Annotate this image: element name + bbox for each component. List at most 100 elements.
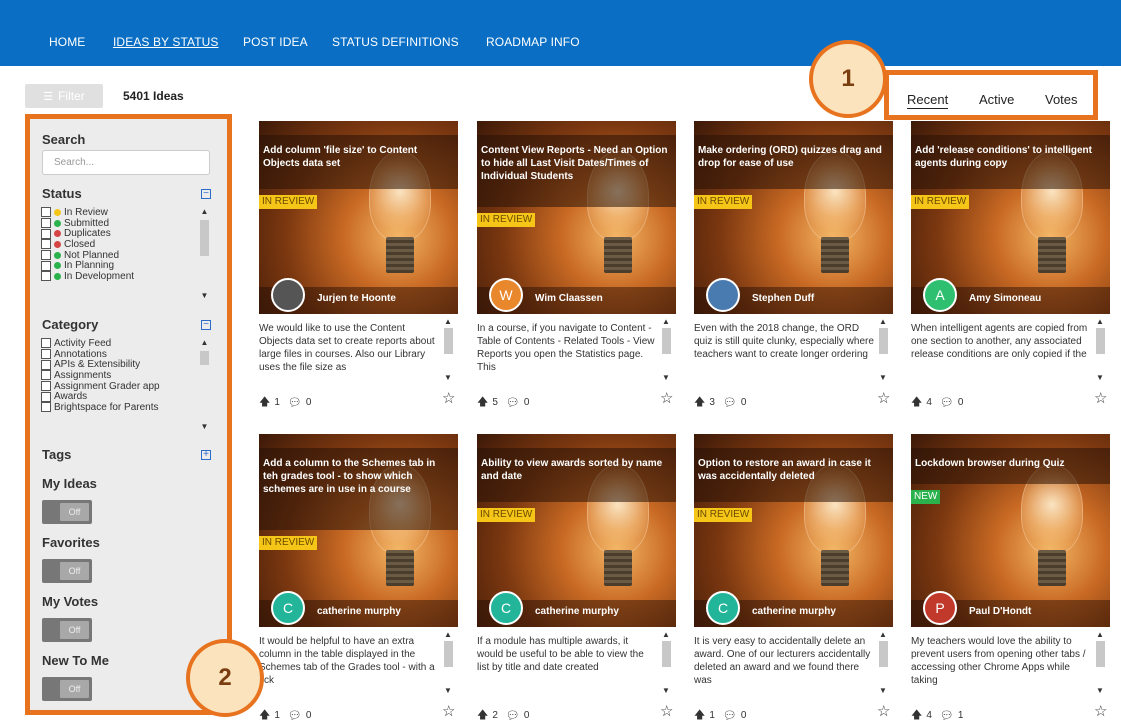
sort-active[interactable]: Active — [979, 92, 1014, 107]
scroll-up-icon[interactable]: ▲ — [879, 630, 887, 639]
scroll-thumb[interactable] — [662, 641, 671, 667]
scroll-down-icon[interactable]: ▼ — [879, 686, 887, 695]
idea-stats: 🡅 5 💬︎ 0 — [477, 393, 529, 412]
description-scrollbar[interactable]: ▲ ▼ — [443, 630, 454, 696]
avatar-initial: C — [282, 600, 294, 616]
idea-card[interactable]: Add 'release conditions' to intelligent … — [911, 121, 1110, 409]
avatar-initial: A — [935, 287, 945, 303]
idea-card[interactable]: Ability to view awards sorted by name an… — [477, 434, 676, 722]
scroll-up-icon[interactable]: ▲ — [1096, 630, 1104, 639]
scroll-down-icon[interactable]: ▼ — [879, 373, 887, 382]
favorite-star-icon[interactable]: ☆ — [1094, 389, 1107, 407]
idea-card[interactable]: Lockdown browser during Quiz NEW Paul D'… — [911, 434, 1110, 722]
favorite-star-icon[interactable]: ☆ — [660, 702, 673, 720]
scroll-thumb[interactable] — [662, 328, 671, 354]
description-scrollbar[interactable]: ▲ ▼ — [443, 317, 454, 383]
upvote-arrow-icon[interactable]: 🡅 — [477, 393, 488, 412]
scroll-up-icon[interactable]: ▲ — [1096, 317, 1104, 326]
scroll-down-icon[interactable]: ▼ — [444, 373, 452, 382]
scroll-thumb[interactable] — [1096, 641, 1105, 667]
scroll-up-icon[interactable]: ▲ — [879, 317, 887, 326]
favorite-star-icon[interactable]: ☆ — [442, 702, 455, 720]
scroll-thumb[interactable] — [1096, 328, 1105, 354]
description-scrollbar[interactable]: ▲ ▼ — [661, 630, 672, 696]
avatar[interactable]: C — [489, 591, 523, 625]
avatar[interactable]: C — [271, 591, 305, 625]
idea-card[interactable]: Make ordering (ORD) quizzes drag and dro… — [694, 121, 893, 409]
nav-status-definitions[interactable]: STATUS DEFINITIONS — [332, 35, 459, 49]
avatar[interactable]: W — [489, 278, 523, 312]
avatar[interactable]: C — [706, 591, 740, 625]
nav-home[interactable]: HOME — [49, 35, 85, 49]
comment-bubble-icon[interactable]: 💬︎ — [723, 396, 737, 409]
comment-bubble-icon[interactable]: 💬︎ — [723, 709, 737, 722]
description-scrollbar[interactable]: ▲ ▼ — [1095, 630, 1106, 696]
idea-card[interactable]: Add a column to the Schemes tab in teh g… — [259, 434, 458, 722]
author-name[interactable]: Paul D'Hondt — [969, 606, 1031, 617]
nav-ideas-by-status[interactable]: IDEAS BY STATUS — [113, 35, 219, 49]
author-name[interactable]: catherine murphy — [535, 606, 619, 617]
scroll-up-icon[interactable]: ▲ — [662, 317, 670, 326]
author-name[interactable]: Stephen Duff — [752, 293, 814, 304]
upvote-arrow-icon[interactable]: 🡅 — [259, 706, 270, 725]
description-scrollbar[interactable]: ▲ ▼ — [661, 317, 672, 383]
idea-card[interactable]: Add column 'file size' to Content Object… — [259, 121, 458, 409]
idea-title[interactable]: Ability to view awards sorted by name an… — [481, 457, 671, 483]
author-name[interactable]: Wim Claassen — [535, 293, 603, 304]
scroll-up-icon[interactable]: ▲ — [662, 630, 670, 639]
author-name[interactable]: catherine murphy — [752, 606, 836, 617]
idea-title[interactable]: Add 'release conditions' to intelligent … — [915, 144, 1105, 170]
avatar[interactable]: A — [923, 278, 957, 312]
author-name[interactable]: catherine murphy — [317, 606, 401, 617]
filter-button[interactable]: ☰ Filter — [25, 84, 103, 108]
scroll-thumb[interactable] — [444, 641, 453, 667]
avatar[interactable] — [271, 278, 305, 312]
idea-title[interactable]: Make ordering (ORD) quizzes drag and dro… — [698, 144, 888, 170]
author-name[interactable]: Amy Simoneau — [969, 293, 1041, 304]
scroll-down-icon[interactable]: ▼ — [662, 686, 670, 695]
sort-votes[interactable]: Votes — [1045, 92, 1078, 107]
scroll-up-icon[interactable]: ▲ — [444, 630, 452, 639]
comment-bubble-icon[interactable]: 💬︎ — [288, 709, 302, 722]
comment-bubble-icon[interactable]: 💬︎ — [506, 709, 520, 722]
description-scrollbar[interactable]: ▲ ▼ — [1095, 317, 1106, 383]
comment-bubble-icon[interactable]: 💬︎ — [940, 709, 954, 722]
upvote-arrow-icon[interactable]: 🡅 — [694, 706, 705, 725]
idea-title[interactable]: Option to restore an award in case it wa… — [698, 457, 888, 483]
idea-title[interactable]: Add column 'file size' to Content Object… — [263, 144, 453, 170]
avatar[interactable]: P — [923, 591, 957, 625]
scroll-down-icon[interactable]: ▼ — [1096, 686, 1104, 695]
description-scrollbar[interactable]: ▲ ▼ — [878, 317, 889, 383]
upvote-arrow-icon[interactable]: 🡅 — [259, 393, 270, 412]
nav-roadmap-info[interactable]: ROADMAP INFO — [486, 35, 580, 49]
sort-recent[interactable]: Recent — [907, 92, 949, 109]
idea-card[interactable]: Content View Reports - Need an Option to… — [477, 121, 676, 409]
favorite-star-icon[interactable]: ☆ — [1094, 702, 1107, 720]
upvote-arrow-icon[interactable]: 🡅 — [694, 393, 705, 412]
scroll-thumb[interactable] — [444, 328, 453, 354]
comment-bubble-icon[interactable]: 💬︎ — [506, 396, 520, 409]
scroll-down-icon[interactable]: ▼ — [444, 686, 452, 695]
idea-title[interactable]: Add a column to the Schemes tab in teh g… — [263, 457, 453, 496]
favorite-star-icon[interactable]: ☆ — [660, 389, 673, 407]
scroll-up-icon[interactable]: ▲ — [444, 317, 452, 326]
comment-bubble-icon[interactable]: 💬︎ — [288, 396, 302, 409]
upvote-arrow-icon[interactable]: 🡅 — [911, 706, 922, 725]
upvote-arrow-icon[interactable]: 🡅 — [477, 706, 488, 725]
favorite-star-icon[interactable]: ☆ — [877, 702, 890, 720]
favorite-star-icon[interactable]: ☆ — [877, 389, 890, 407]
nav-post-idea[interactable]: POST IDEA — [243, 35, 308, 49]
comment-bubble-icon[interactable]: 💬︎ — [940, 396, 954, 409]
idea-card[interactable]: Option to restore an award in case it wa… — [694, 434, 893, 722]
scroll-thumb[interactable] — [879, 328, 888, 354]
scroll-down-icon[interactable]: ▼ — [662, 373, 670, 382]
avatar[interactable] — [706, 278, 740, 312]
description-scrollbar[interactable]: ▲ ▼ — [878, 630, 889, 696]
idea-title[interactable]: Content View Reports - Need an Option to… — [481, 144, 671, 183]
favorite-star-icon[interactable]: ☆ — [442, 389, 455, 407]
author-name[interactable]: Jurjen te Hoonte — [317, 293, 396, 304]
scroll-down-icon[interactable]: ▼ — [1096, 373, 1104, 382]
scroll-thumb[interactable] — [879, 641, 888, 667]
idea-title[interactable]: Lockdown browser during Quiz — [915, 457, 1105, 470]
upvote-arrow-icon[interactable]: 🡅 — [911, 393, 922, 412]
